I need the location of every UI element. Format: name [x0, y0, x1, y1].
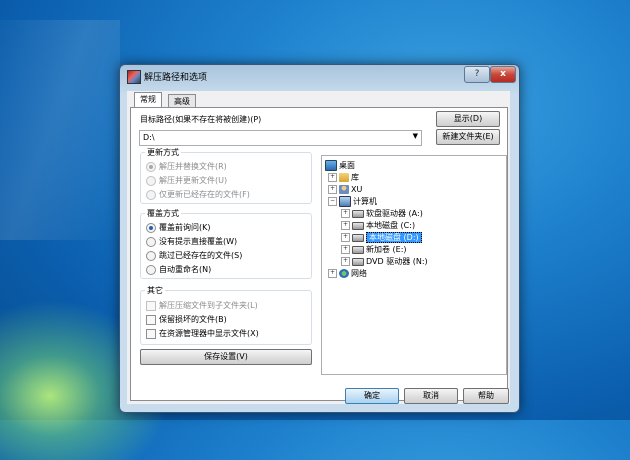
local-disk-icon	[352, 233, 364, 242]
network-icon	[339, 269, 349, 278]
winrar-app-icon	[127, 70, 141, 84]
user-icon	[339, 185, 349, 194]
update-mode-title: 更新方式	[145, 147, 181, 158]
radio-icon	[146, 161, 156, 172]
help-title-button[interactable]: ?	[464, 66, 490, 83]
close-button[interactable]: x	[490, 66, 516, 83]
tree-item-library[interactable]: + 库	[328, 172, 359, 183]
keep-broken-files-checkbox[interactable]: 保留损坏的文件(B)	[146, 314, 227, 325]
tree-item-desktop[interactable]: 桌面	[325, 160, 355, 171]
misc-title: 其它	[145, 285, 165, 296]
tree-item-drive-n[interactable]: + DVD 驱动器 (N:)	[341, 256, 428, 267]
show-in-explorer-checkbox[interactable]: 在资源管理器中显示文件(X)	[146, 328, 259, 339]
help-button[interactable]: 帮助	[463, 388, 509, 404]
dvd-drive-icon	[352, 257, 364, 266]
new-folder-button[interactable]: 新建文件夹(E)	[436, 129, 500, 145]
dialog-client: 常规 高级 目标路径(如果不存在将被创建)(P) 显示(D) 新建文件夹(E) …	[127, 91, 510, 404]
ok-button[interactable]: 确定	[345, 388, 399, 404]
expand-icon[interactable]: +	[341, 221, 350, 230]
overwrite-option-silent[interactable]: 没有提示直接覆盖(W)	[146, 236, 237, 247]
overwrite-mode-group: 覆盖方式 覆盖前询问(K) 没有提示直接覆盖(W) 跳过已经存在的文件(S) 自…	[140, 208, 312, 279]
overwrite-mode-title: 覆盖方式	[145, 208, 181, 219]
expand-icon[interactable]: +	[341, 245, 350, 254]
show-button[interactable]: 显示(D)	[436, 111, 500, 127]
tree-item-user[interactable]: + XU	[328, 184, 362, 195]
update-option-update[interactable]: 解压并更新文件(U)	[146, 175, 227, 186]
expand-icon[interactable]: +	[328, 173, 337, 182]
radio-icon	[146, 236, 156, 247]
volume-icon	[352, 245, 364, 254]
overwrite-option-skip[interactable]: 跳过已经存在的文件(S)	[146, 250, 242, 261]
radio-icon	[146, 189, 156, 200]
tree-item-drive-c[interactable]: + 本地磁盘 (C:)	[341, 220, 415, 231]
dropdown-arrow-icon[interactable]: ▼	[413, 132, 418, 140]
expand-icon[interactable]: +	[341, 209, 350, 218]
tree-item-drive-e[interactable]: + 新加卷 (E:)	[341, 244, 407, 255]
radio-icon	[146, 222, 156, 233]
save-settings-button[interactable]: 保存设置(V)	[140, 349, 312, 365]
expand-icon[interactable]: +	[341, 233, 350, 242]
library-icon	[339, 173, 349, 182]
tree-item-network[interactable]: + 网络	[328, 268, 367, 279]
tree-item-drive-a[interactable]: + 软盘驱动器 (A:)	[341, 208, 423, 219]
misc-group: 其它 解压压缩文件到子文件夹(L) 保留损坏的文件(B) 在资源管理器中显示文件…	[140, 285, 312, 345]
desktop-icon	[325, 160, 337, 171]
tree-item-drive-d[interactable]: + 本地磁盘 (D:)	[341, 232, 422, 243]
radio-icon	[146, 264, 156, 275]
window-title: 解压路径和选项	[144, 73, 208, 83]
checkbox-icon	[146, 314, 156, 325]
checkbox-icon	[146, 300, 156, 311]
title-bar[interactable]: 解压路径和选项 ? x	[120, 65, 519, 87]
extract-to-subfolder-checkbox[interactable]: 解压压缩文件到子文件夹(L)	[146, 300, 258, 311]
folder-tree[interactable]: 桌面 + 库 + XU − 计算机 + 软盘驱动器 (A:) + 本地磁盘 (C:) + 本…	[321, 155, 507, 375]
update-option-existing-only[interactable]: 仅更新已经存在的文件(F)	[146, 189, 250, 200]
cancel-button[interactable]: 取消	[404, 388, 458, 404]
expand-icon[interactable]: +	[328, 185, 337, 194]
wallpaper-streak	[0, 20, 120, 240]
target-path-label: 目标路径(如果不存在将被创建)(P)	[140, 115, 262, 124]
extract-options-dialog: 解压路径和选项 ? x 常规 高级 目标路径(如果不存在将被创建)(P) 显示(…	[119, 64, 520, 413]
expand-icon[interactable]: +	[341, 257, 350, 266]
overwrite-option-ask[interactable]: 覆盖前询问(K)	[146, 222, 211, 233]
target-path-value: D:\	[143, 133, 155, 142]
floppy-drive-icon	[352, 209, 364, 218]
local-disk-icon	[352, 221, 364, 230]
update-option-replace[interactable]: 解压并替换文件(R)	[146, 161, 227, 172]
update-mode-group: 更新方式 解压并替换文件(R) 解压并更新文件(U) 仅更新已经存在的文件(F)	[140, 147, 312, 204]
target-path-input[interactable]: D:\ ▼	[139, 130, 422, 146]
tree-item-computer[interactable]: − 计算机	[328, 196, 377, 207]
collapse-icon[interactable]: −	[328, 197, 337, 206]
computer-icon	[339, 196, 351, 207]
radio-icon	[146, 250, 156, 261]
overwrite-option-rename[interactable]: 自动重命名(N)	[146, 264, 211, 275]
radio-icon	[146, 175, 156, 186]
checkbox-icon	[146, 328, 156, 339]
expand-icon[interactable]: +	[328, 269, 337, 278]
